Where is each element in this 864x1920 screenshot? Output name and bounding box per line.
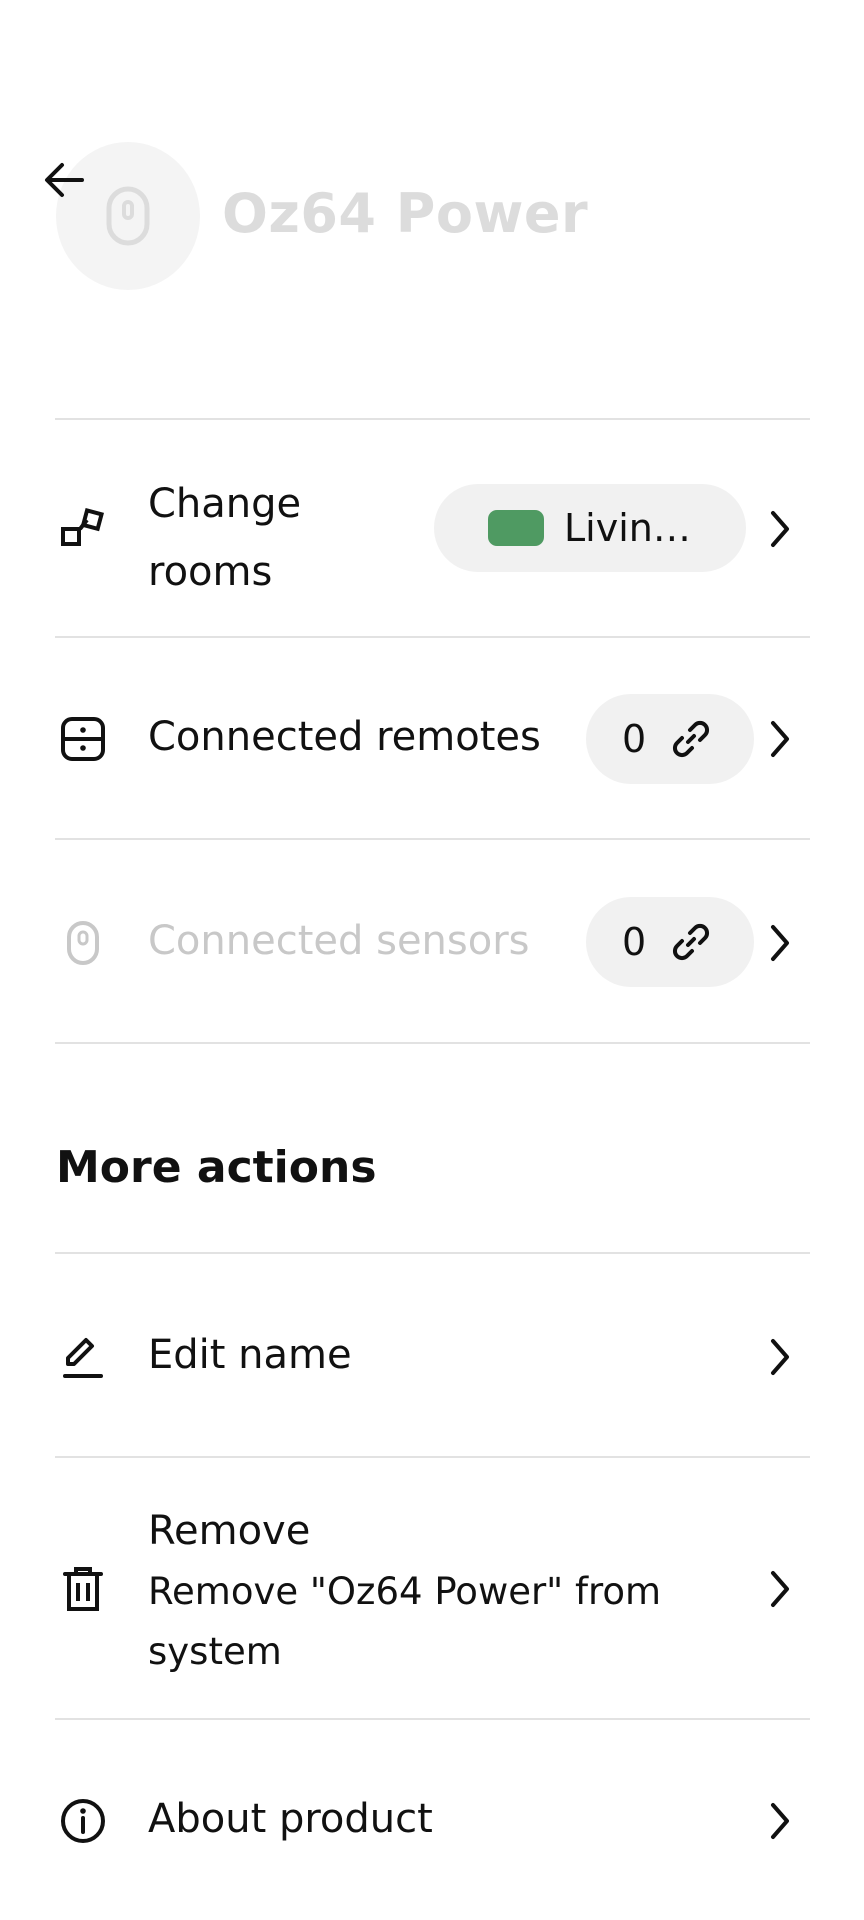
remotes-count: 0 — [622, 717, 647, 761]
divider — [55, 1042, 810, 1044]
connected-remotes-label: Connected remotes — [148, 714, 541, 760]
pencil-icon — [58, 1332, 108, 1382]
change-rooms-label: Change rooms — [148, 470, 301, 606]
rooms-icon — [58, 504, 108, 554]
room-pill[interactable]: Livin… — [434, 484, 746, 572]
about-product-label: About product — [148, 1796, 433, 1842]
change-rooms-label-line2: rooms — [148, 549, 273, 595]
info-icon — [58, 1796, 108, 1846]
sensors-count: 0 — [622, 920, 647, 964]
page-title: Oz64 Power — [222, 182, 589, 245]
link-icon — [670, 718, 712, 760]
remote-icon — [58, 714, 108, 764]
room-color-swatch — [488, 510, 544, 546]
remotes-count-pill[interactable]: 0 — [586, 694, 754, 784]
section-title-more-actions: More actions — [56, 1142, 377, 1193]
chevron-right-icon — [760, 504, 800, 554]
back-button[interactable] — [36, 152, 92, 208]
connected-sensors-label: Connected sensors — [148, 918, 530, 964]
chevron-right-icon — [760, 918, 800, 968]
remove-subtitle: Remove "Oz64 Power" from system — [148, 1570, 662, 1673]
sensors-count-pill[interactable]: 0 — [586, 897, 754, 987]
remove-title: Remove — [148, 1508, 311, 1554]
edit-name-label: Edit name — [148, 1332, 352, 1378]
edit-name-row[interactable] — [0, 1254, 864, 1456]
trash-icon — [58, 1564, 108, 1614]
chevron-right-icon — [760, 1796, 800, 1846]
room-name: Livin… — [564, 506, 691, 550]
change-rooms-label-line1: Change — [148, 481, 302, 527]
sensor-icon — [106, 186, 150, 246]
link-icon — [670, 921, 712, 963]
arrow-left-icon — [45, 163, 84, 197]
chevron-right-icon — [760, 1564, 800, 1614]
chevron-right-icon — [760, 1332, 800, 1382]
sensor-icon — [58, 918, 108, 968]
chevron-right-icon — [760, 714, 800, 764]
